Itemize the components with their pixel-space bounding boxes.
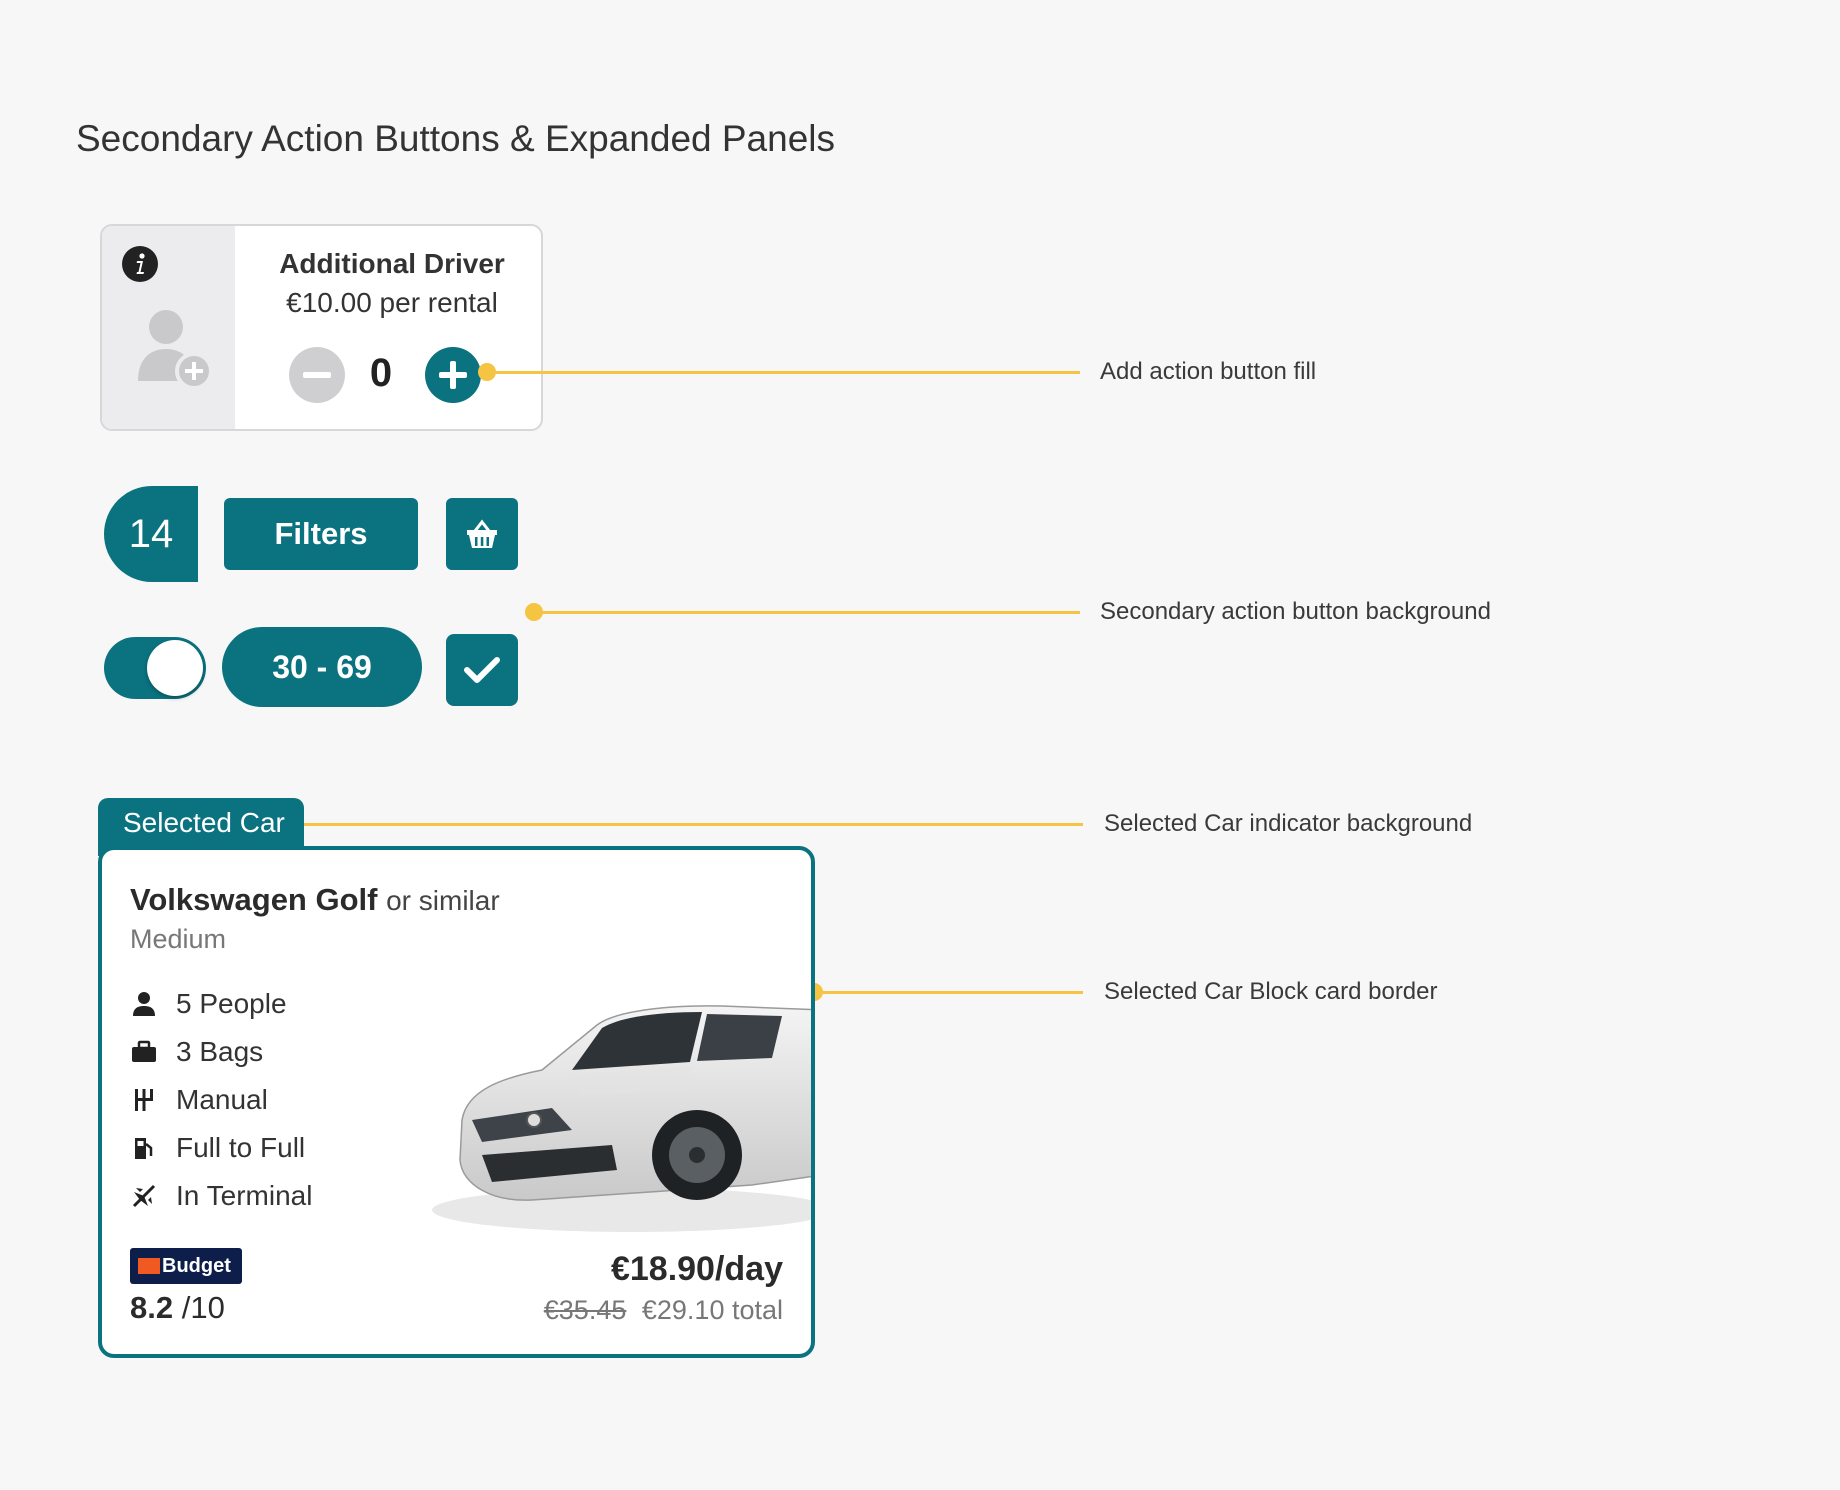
confirm-button[interactable] [446, 634, 518, 706]
selected-car-card[interactable]: Volkswagen Golf or similar Medium 5 Peop… [98, 846, 815, 1358]
feature-location: In Terminal [130, 1180, 312, 1212]
gearshift-icon [135, 1089, 153, 1111]
results-count-badge: 14 [104, 486, 198, 582]
feature-label: 3 Bags [176, 1036, 264, 1067]
filters-button[interactable]: Filters [224, 498, 418, 570]
feature-people: 5 People [130, 988, 287, 1020]
annotation-dot-add [478, 363, 496, 381]
feature-transmission: Manual [130, 1084, 268, 1116]
suitcase-icon [132, 1040, 156, 1062]
driver-side-panel [102, 226, 235, 429]
driver-price: €10.00 per rental [286, 287, 498, 318]
toggle-switch[interactable] [104, 637, 206, 699]
feature-label: 5 People [176, 988, 287, 1019]
rating: 8.2 /10 [130, 1290, 225, 1326]
feature-label: In Terminal [176, 1180, 313, 1211]
car-name: Volkswagen Golf [130, 882, 378, 917]
price-totals: €35.45 €29.10 total [544, 1295, 783, 1326]
feature-label: Manual [176, 1084, 268, 1115]
brand-logo: Budget [130, 1248, 242, 1284]
car-class: Medium [130, 924, 227, 954]
plus-button[interactable] [425, 347, 481, 403]
rating-scale: /10 [181, 1290, 225, 1325]
feature-fuel: Full to Full [130, 1132, 305, 1164]
old-total: €35.45 [543, 1295, 627, 1325]
annotation-line-secondary [534, 611, 1080, 614]
annotation-card-border: Selected Car Block card border [1104, 978, 1438, 1005]
brand-name: Budget [162, 1254, 231, 1277]
car-image [432, 1005, 811, 1232]
annotation-dot-secondary [525, 603, 543, 621]
car-name-line: Volkswagen Golf or similar [130, 882, 500, 918]
additional-driver-card: Additional Driver €10.00 per rental 0 [100, 224, 543, 431]
plane-icon [132, 1184, 156, 1208]
annotation-line-border [814, 991, 1083, 994]
feature-label: Full to Full [176, 1132, 306, 1163]
person-icon [133, 992, 155, 1016]
price-per-day: €18.90/day [610, 1250, 783, 1288]
rating-value: 8.2 [130, 1290, 174, 1325]
add-person-icon [138, 310, 213, 390]
toggle-knob [147, 640, 203, 696]
info-icon[interactable] [122, 246, 158, 282]
car-similar: or similar [386, 885, 500, 916]
brand-mark [138, 1258, 160, 1274]
basket-icon [467, 519, 497, 548]
basket-button[interactable] [446, 498, 518, 570]
annotation-selected-indicator: Selected Car indicator background [1104, 810, 1473, 837]
driver-count: 0 [369, 351, 393, 395]
fuel-icon [135, 1138, 153, 1159]
annotation-line-add [487, 371, 1080, 374]
total: €29.10 total [641, 1295, 783, 1325]
feature-bags: 3 Bags [130, 1036, 263, 1068]
page-title: Secondary Action Buttons & Expanded Pane… [76, 118, 836, 159]
range-button[interactable]: 30 - 69 [222, 627, 422, 707]
check-icon [464, 657, 500, 683]
annotation-secondary-bg: Secondary action button background [1100, 598, 1491, 625]
minus-button[interactable] [289, 347, 345, 403]
annotation-line-indicator [293, 823, 1083, 826]
annotation-add-action: Add action button fill [1100, 358, 1317, 385]
driver-title: Additional Driver [279, 248, 505, 279]
